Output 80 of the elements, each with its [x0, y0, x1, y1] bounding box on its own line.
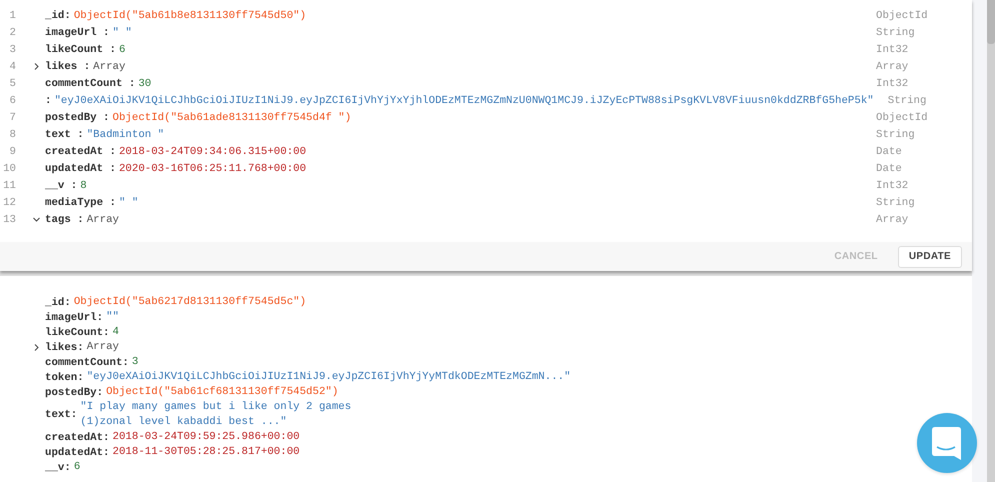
chevron-right-icon[interactable] [33, 63, 40, 70]
field-value: 6 [118, 44, 126, 56]
field-value: "eyJ0eXAiOiJKV1QiLCJhbGciOiJIUzI1NiJ9.eyJpZCI6IjVhYjYxYjhlODEzMTEzMGZmNzU0NWQ1MCJ9.iJZyEcPTW88siPsgKVLV8VFiuusn0kddZRBfG5heP5k" [54, 94, 874, 106]
field-type[interactable]: ObjectId [876, 112, 972, 124]
field-key: imageUrl: [45, 312, 104, 324]
field-key: __v: [45, 462, 71, 474]
field-key: mediaType : [45, 196, 116, 208]
field-type[interactable]: Int32 [876, 180, 972, 192]
field-type[interactable]: Date [876, 146, 972, 158]
field-value: ObjectId("5ab61ade8131130ff7545d4f ") [112, 112, 352, 124]
field-value: "I play many games but i like only 2 games (1)zonal level kabaddi best ..." [80, 400, 352, 430]
line-number: 8 [8, 128, 16, 140]
field-key: commentCount : [45, 78, 136, 90]
line-number: 5 [8, 78, 16, 90]
line-number: 7 [8, 112, 16, 124]
field-value: 8 [80, 180, 87, 192]
field-value: "" [106, 310, 119, 325]
field-key: updatedAt: [45, 446, 110, 458]
field-value: 2018-03-24T09:59:25.986+00:00 [112, 430, 300, 445]
line-number: 10 [2, 162, 16, 174]
field-key: createdAt : [45, 146, 116, 158]
line-number: 3 [8, 44, 16, 56]
field-key: _id: [45, 296, 71, 308]
field-key: token: [45, 372, 84, 384]
field-value: 2018-11-30T05:28:25.817+00:00 [112, 445, 300, 460]
field-type[interactable]: String [876, 196, 972, 208]
field-value: " " [118, 196, 138, 208]
field-value: "eyJ0eXAiOiJKV1QiLCJhbGciOiJIUzI1NiJ9.eyJpZCI6IjVhYjYyMTdkODEzMTEzMGZmN..." [86, 370, 571, 385]
field-key: likeCount: [45, 326, 110, 338]
field-type[interactable]: Array [876, 60, 972, 72]
field-key: _id: [45, 10, 71, 22]
field-key: postedBy : [45, 112, 110, 124]
line-number: 4 [8, 60, 16, 72]
field-value: ObjectId("5ab61cf68131130ff7545d52") [106, 385, 338, 400]
field-type[interactable]: Int32 [876, 78, 972, 90]
field-value: Array [86, 340, 119, 355]
field-value: 2020-03-16T06:25:11.768+00:00 [118, 162, 306, 174]
field-key: postedBy: [45, 386, 104, 398]
line-number: 1 [8, 10, 16, 22]
field-type[interactable]: ObjectId [876, 10, 972, 22]
field-value: 3 [132, 355, 138, 370]
field-type[interactable]: String [888, 94, 984, 106]
field-value: ObjectId("5ab61b8e8131130ff7545d50") [74, 10, 306, 22]
field-key: likeCount : [45, 44, 116, 56]
field-value: 6 [74, 460, 80, 475]
field-type[interactable]: Date [876, 162, 972, 174]
field-key: createdAt: [45, 432, 110, 444]
field-type[interactable]: Int32 [876, 44, 972, 56]
field-value: "Badminton " [86, 128, 164, 140]
line-number: 2 [8, 26, 16, 38]
field-value: ObjectId("5ab6217d8131130ff7545d5c") [74, 295, 306, 310]
line-number: 11 [2, 180, 16, 192]
field-value: Array [93, 60, 126, 72]
line-number: 6 [8, 94, 16, 106]
field-value: " " [112, 26, 132, 38]
field-value: 4 [112, 325, 119, 340]
field-key: text : [45, 128, 84, 140]
update-button[interactable]: UPDATE [898, 246, 962, 268]
line-number: 12 [2, 196, 16, 208]
chat-bubble-icon [932, 426, 962, 460]
field-key: : [45, 94, 52, 106]
field-type[interactable]: String [876, 26, 972, 38]
field-key: __v : [45, 180, 78, 192]
field-type[interactable]: String [876, 128, 972, 140]
field-value: Array [86, 214, 119, 226]
field-key: text: [45, 409, 78, 421]
field-key: likes : [45, 60, 90, 72]
scrollbar[interactable] [987, 0, 995, 482]
field-value: 2018-03-24T09:34:06.315+00:00 [118, 146, 306, 158]
field-value: 30 [138, 78, 152, 90]
field-key: tags : [45, 214, 84, 226]
chevron-down-icon[interactable] [33, 216, 40, 223]
field-type[interactable]: Array [876, 214, 972, 226]
field-key: updatedAt : [45, 162, 116, 174]
line-number: 13 [2, 214, 16, 226]
line-number: 9 [8, 146, 16, 158]
field-key: commentCount: [45, 356, 129, 368]
chevron-right-icon[interactable] [33, 344, 40, 351]
field-key: imageUrl : [45, 26, 110, 38]
field-key: likes: [45, 342, 84, 354]
